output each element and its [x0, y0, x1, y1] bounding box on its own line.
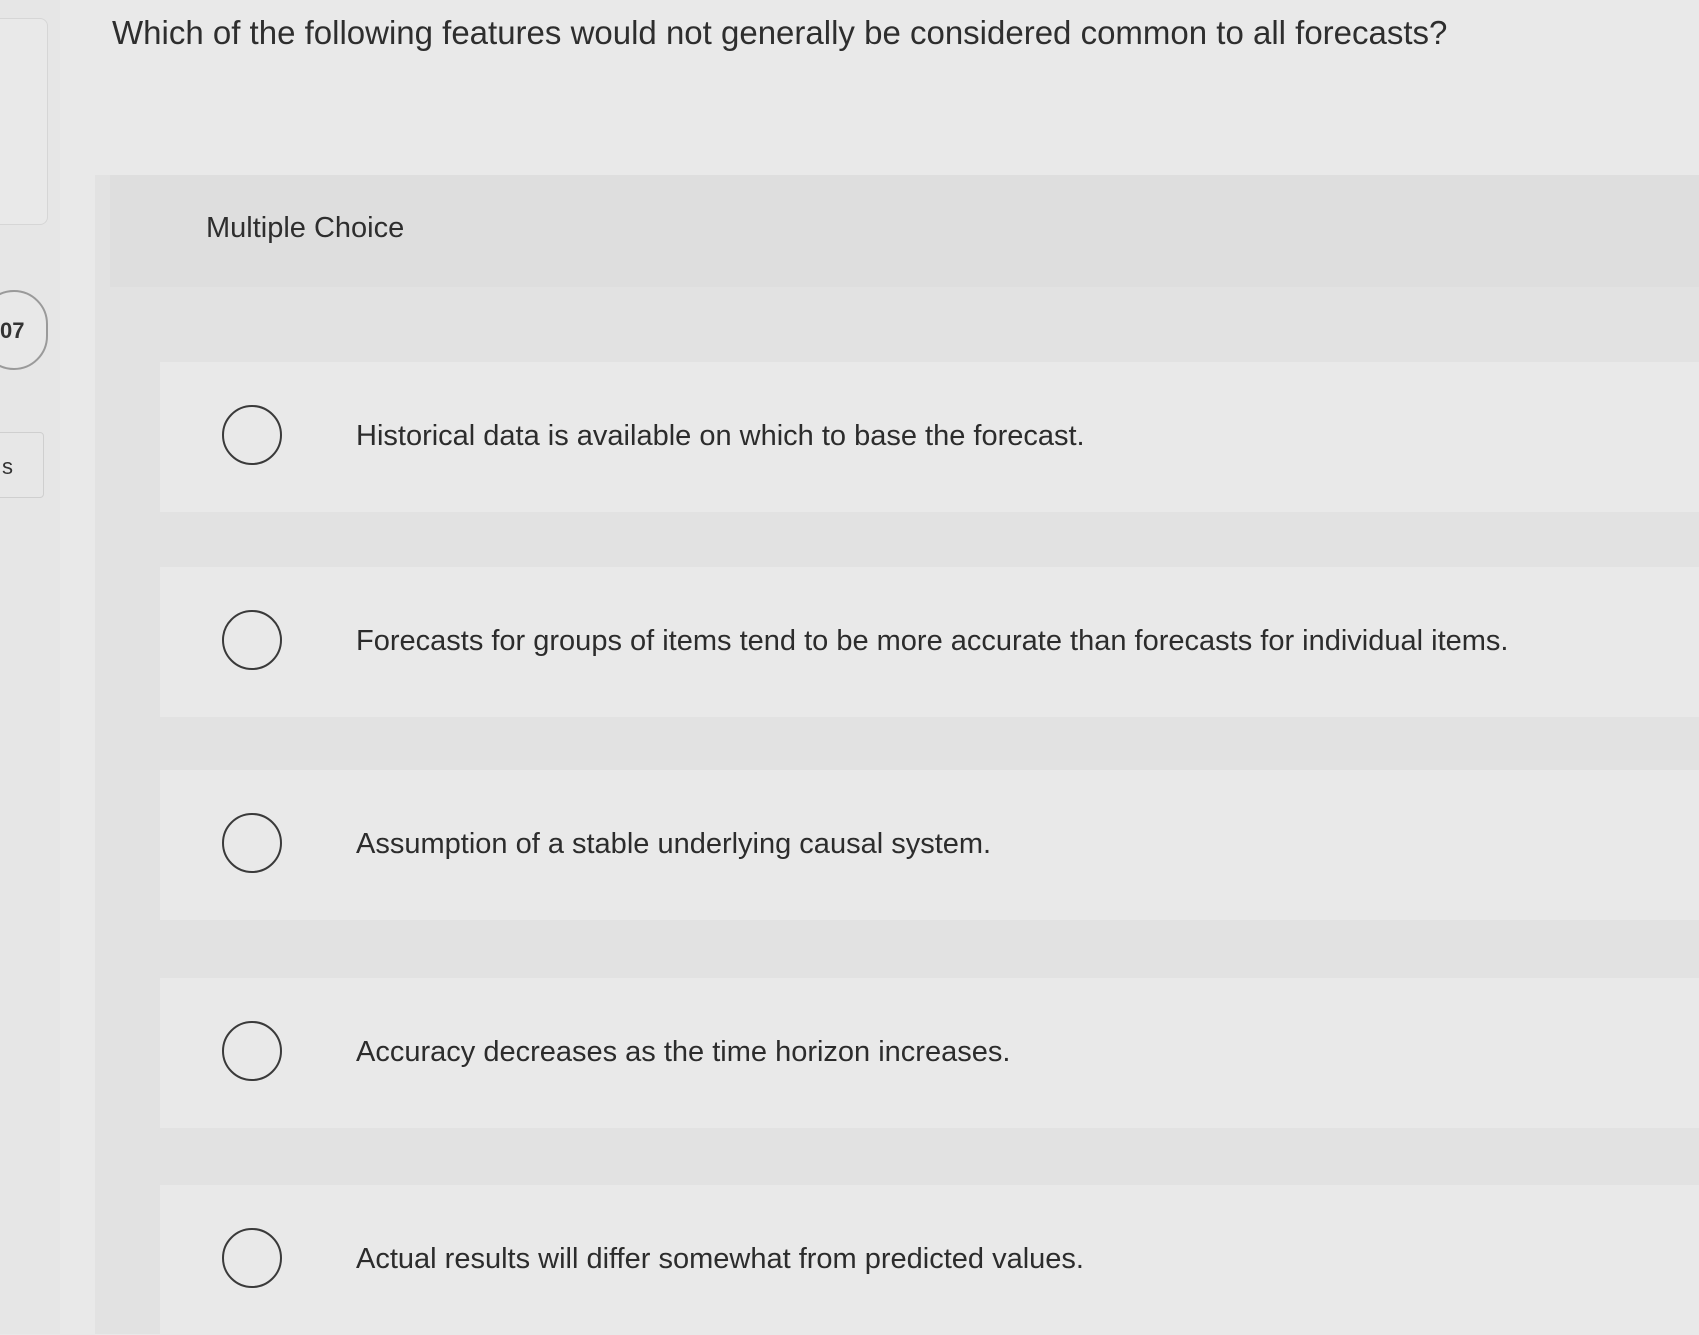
answer-option-5[interactable]: Actual results will differ somewhat from… — [160, 1185, 1699, 1335]
radio-button[interactable] — [222, 1228, 282, 1288]
answer-panel — [95, 175, 1699, 1334]
answer-option-label: Actual results will differ somewhat from… — [356, 1243, 1084, 1275]
question-number-label: 07 — [0, 318, 25, 343]
radio-button[interactable] — [222, 1021, 282, 1081]
radio-button[interactable] — [222, 405, 282, 465]
answer-option-label: Historical data is available on which to… — [356, 420, 1085, 452]
answer-option-2[interactable]: Forecasts for groups of items tend to be… — [160, 567, 1699, 717]
question-type-label: Multiple Choice — [206, 212, 405, 244]
radio-button[interactable] — [222, 610, 282, 670]
rail-card[interactable] — [0, 18, 48, 225]
answer-option-label: Forecasts for groups of items tend to be… — [356, 625, 1509, 657]
left-rail: 07 s — [0, 0, 60, 1334]
answer-option-4[interactable]: Accuracy decreases as the time horizon i… — [160, 978, 1699, 1128]
radio-button[interactable] — [222, 813, 282, 873]
answer-option-label: Accuracy decreases as the time horizon i… — [356, 1036, 1011, 1068]
question-text: Which of the following features would no… — [112, 14, 1448, 51]
answer-option-1[interactable]: Historical data is available on which to… — [160, 362, 1699, 512]
answer-option-label: Assumption of a stable underlying causal… — [356, 828, 992, 860]
rail-tag-label: s — [2, 454, 13, 479]
answer-option-3[interactable]: Assumption of a stable underlying causal… — [160, 770, 1699, 920]
